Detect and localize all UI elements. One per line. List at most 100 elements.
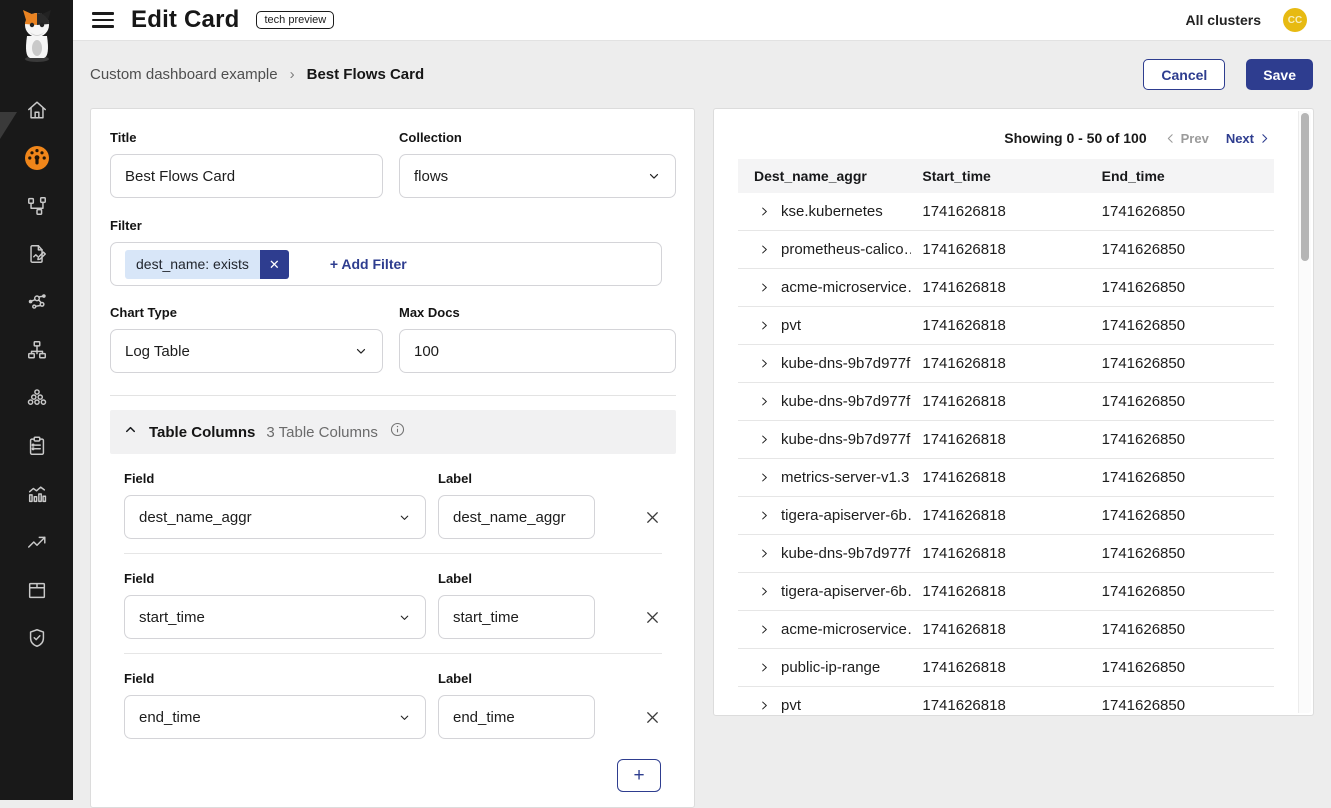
chevron-up-icon <box>123 422 138 442</box>
info-icon[interactable] <box>389 421 406 443</box>
shield-check-icon[interactable] <box>0 614 73 662</box>
start-time-cell: 1741626818 <box>922 545 1101 562</box>
package-box-icon[interactable] <box>0 566 73 614</box>
circle-cluster-icon[interactable] <box>0 374 73 422</box>
add-filter-button[interactable]: + Add Filter <box>330 256 407 272</box>
table-columns-fields: Field dest_name_aggr Label Field <box>124 471 662 792</box>
chart-type-select[interactable]: Log Table <box>110 329 383 373</box>
label-input[interactable] <box>438 595 595 639</box>
filter-chip: dest_name: exists ✕ <box>125 250 289 279</box>
row-expand-icon[interactable] <box>759 548 770 559</box>
avatar[interactable]: CC <box>1283 8 1307 32</box>
title-input[interactable] <box>110 154 383 198</box>
row-expand-icon[interactable] <box>759 396 770 407</box>
table-row: acme-microservice…17416268181741626850 <box>738 611 1274 649</box>
end-time-cell: 1741626850 <box>1102 393 1274 410</box>
gauge-dashboard-icon[interactable] <box>0 134 73 182</box>
end-time-cell: 1741626850 <box>1102 621 1274 638</box>
chevron-right-icon <box>1258 132 1271 145</box>
scrollbar-thumb[interactable] <box>1301 113 1309 261</box>
max-docs-input[interactable] <box>399 329 676 373</box>
next-page-button[interactable]: Next <box>1226 131 1271 146</box>
field-value: start_time <box>139 609 205 626</box>
vertical-scrollbar[interactable] <box>1298 111 1311 713</box>
chevron-down-icon <box>647 169 661 183</box>
start-time-cell: 1741626818 <box>922 507 1101 524</box>
dest-name-cell: kube-dns-9b7d977f… <box>781 355 911 372</box>
cluster-selector[interactable]: All clusters <box>1186 12 1261 28</box>
row-expand-icon[interactable] <box>759 472 770 483</box>
home-icon[interactable] <box>0 86 73 134</box>
cancel-button[interactable]: Cancel <box>1143 59 1225 90</box>
menu-toggle-icon[interactable] <box>92 12 114 28</box>
label-input[interactable] <box>438 695 595 739</box>
molecule-network-icon[interactable] <box>0 278 73 326</box>
end-time-cell: 1741626850 <box>1102 507 1274 524</box>
chevron-down-icon <box>398 611 411 624</box>
table-row: tigera-apiserver-6b…17416268181741626850 <box>738 573 1274 611</box>
table-row: prometheus-calico…17416268181741626850 <box>738 231 1274 269</box>
row-expand-icon[interactable] <box>759 700 770 711</box>
end-time-cell: 1741626850 <box>1102 317 1274 334</box>
sidebar-nav <box>0 86 73 662</box>
chevron-down-icon <box>354 344 368 358</box>
dest-name-cell: kse.kubernetes <box>781 203 883 220</box>
header-end-time: End_time <box>1102 168 1274 184</box>
end-time-cell: 1741626850 <box>1102 659 1274 676</box>
prev-page-button[interactable]: Prev <box>1164 131 1209 146</box>
row-expand-icon[interactable] <box>759 244 770 255</box>
preview-table-body: kse.kubernetes17416268181741626850promet… <box>738 193 1274 716</box>
row-expand-icon[interactable] <box>759 358 770 369</box>
row-expand-icon[interactable] <box>759 434 770 445</box>
row-expand-icon[interactable] <box>759 282 770 293</box>
dest-name-cell: acme-microservice… <box>781 279 911 296</box>
label-label: Label <box>438 671 595 686</box>
collection-select[interactable]: flows <box>399 154 676 198</box>
end-time-cell: 1741626850 <box>1102 583 1274 600</box>
chevron-down-icon <box>398 711 411 724</box>
dest-name-cell: kube-dns-9b7d977f… <box>781 431 911 448</box>
filter-box: dest_name: exists ✕ + Add Filter <box>110 242 662 286</box>
filter-label: Filter <box>110 218 676 233</box>
document-edit-icon[interactable] <box>0 230 73 278</box>
connected-nodes-icon[interactable] <box>0 182 73 230</box>
row-expand-icon[interactable] <box>759 662 770 673</box>
save-button[interactable]: Save <box>1246 59 1313 90</box>
row-expand-icon[interactable] <box>759 586 770 597</box>
field-select[interactable]: end_time <box>124 695 426 739</box>
start-time-cell: 1741626818 <box>922 659 1101 676</box>
row-expand-icon[interactable] <box>759 206 770 217</box>
header-start-time: Start_time <box>922 168 1101 184</box>
sitemap-icon[interactable] <box>0 326 73 374</box>
table-columns-count: 3 Table Columns <box>266 424 377 441</box>
label-input[interactable] <box>438 495 595 539</box>
add-column-button[interactable]: + <box>617 759 661 792</box>
divider <box>110 395 676 396</box>
remove-column-icon[interactable] <box>643 508 662 527</box>
row-expand-icon[interactable] <box>759 510 770 521</box>
page-title: Edit Card <box>131 6 239 34</box>
preview-table: Dest_name_aggr Start_time End_time kse.k… <box>738 159 1274 716</box>
field-select[interactable]: start_time <box>124 595 426 639</box>
filter-chip-remove-icon[interactable]: ✕ <box>260 250 289 279</box>
table-row: public-ip-range17416268181741626850 <box>738 649 1274 687</box>
row-expand-icon[interactable] <box>759 320 770 331</box>
next-label: Next <box>1226 131 1254 146</box>
tech-preview-badge: tech preview <box>256 11 334 29</box>
toolbar: Custom dashboard example › Best Flows Ca… <box>73 41 1331 108</box>
field-select[interactable]: dest_name_aggr <box>124 495 426 539</box>
table-columns-section-header[interactable]: Table Columns 3 Table Columns <box>110 410 676 454</box>
remove-column-icon[interactable] <box>643 708 662 727</box>
dest-name-cell: acme-microservice… <box>781 621 911 638</box>
row-expand-icon[interactable] <box>759 624 770 635</box>
breadcrumb-parent[interactable]: Custom dashboard example <box>90 66 278 83</box>
trend-arrow-icon[interactable] <box>0 518 73 566</box>
remove-column-icon[interactable] <box>643 608 662 627</box>
calico-cat-logo[interactable] <box>0 0 73 72</box>
clipboard-list-icon[interactable] <box>0 422 73 470</box>
table-row: acme-microservice…17416268181741626850 <box>738 269 1274 307</box>
edit-card-form: Title Collection flows Filter dest_name:… <box>90 108 695 808</box>
bar-chart-icon[interactable] <box>0 470 73 518</box>
end-time-cell: 1741626850 <box>1102 279 1274 296</box>
start-time-cell: 1741626818 <box>922 317 1101 334</box>
